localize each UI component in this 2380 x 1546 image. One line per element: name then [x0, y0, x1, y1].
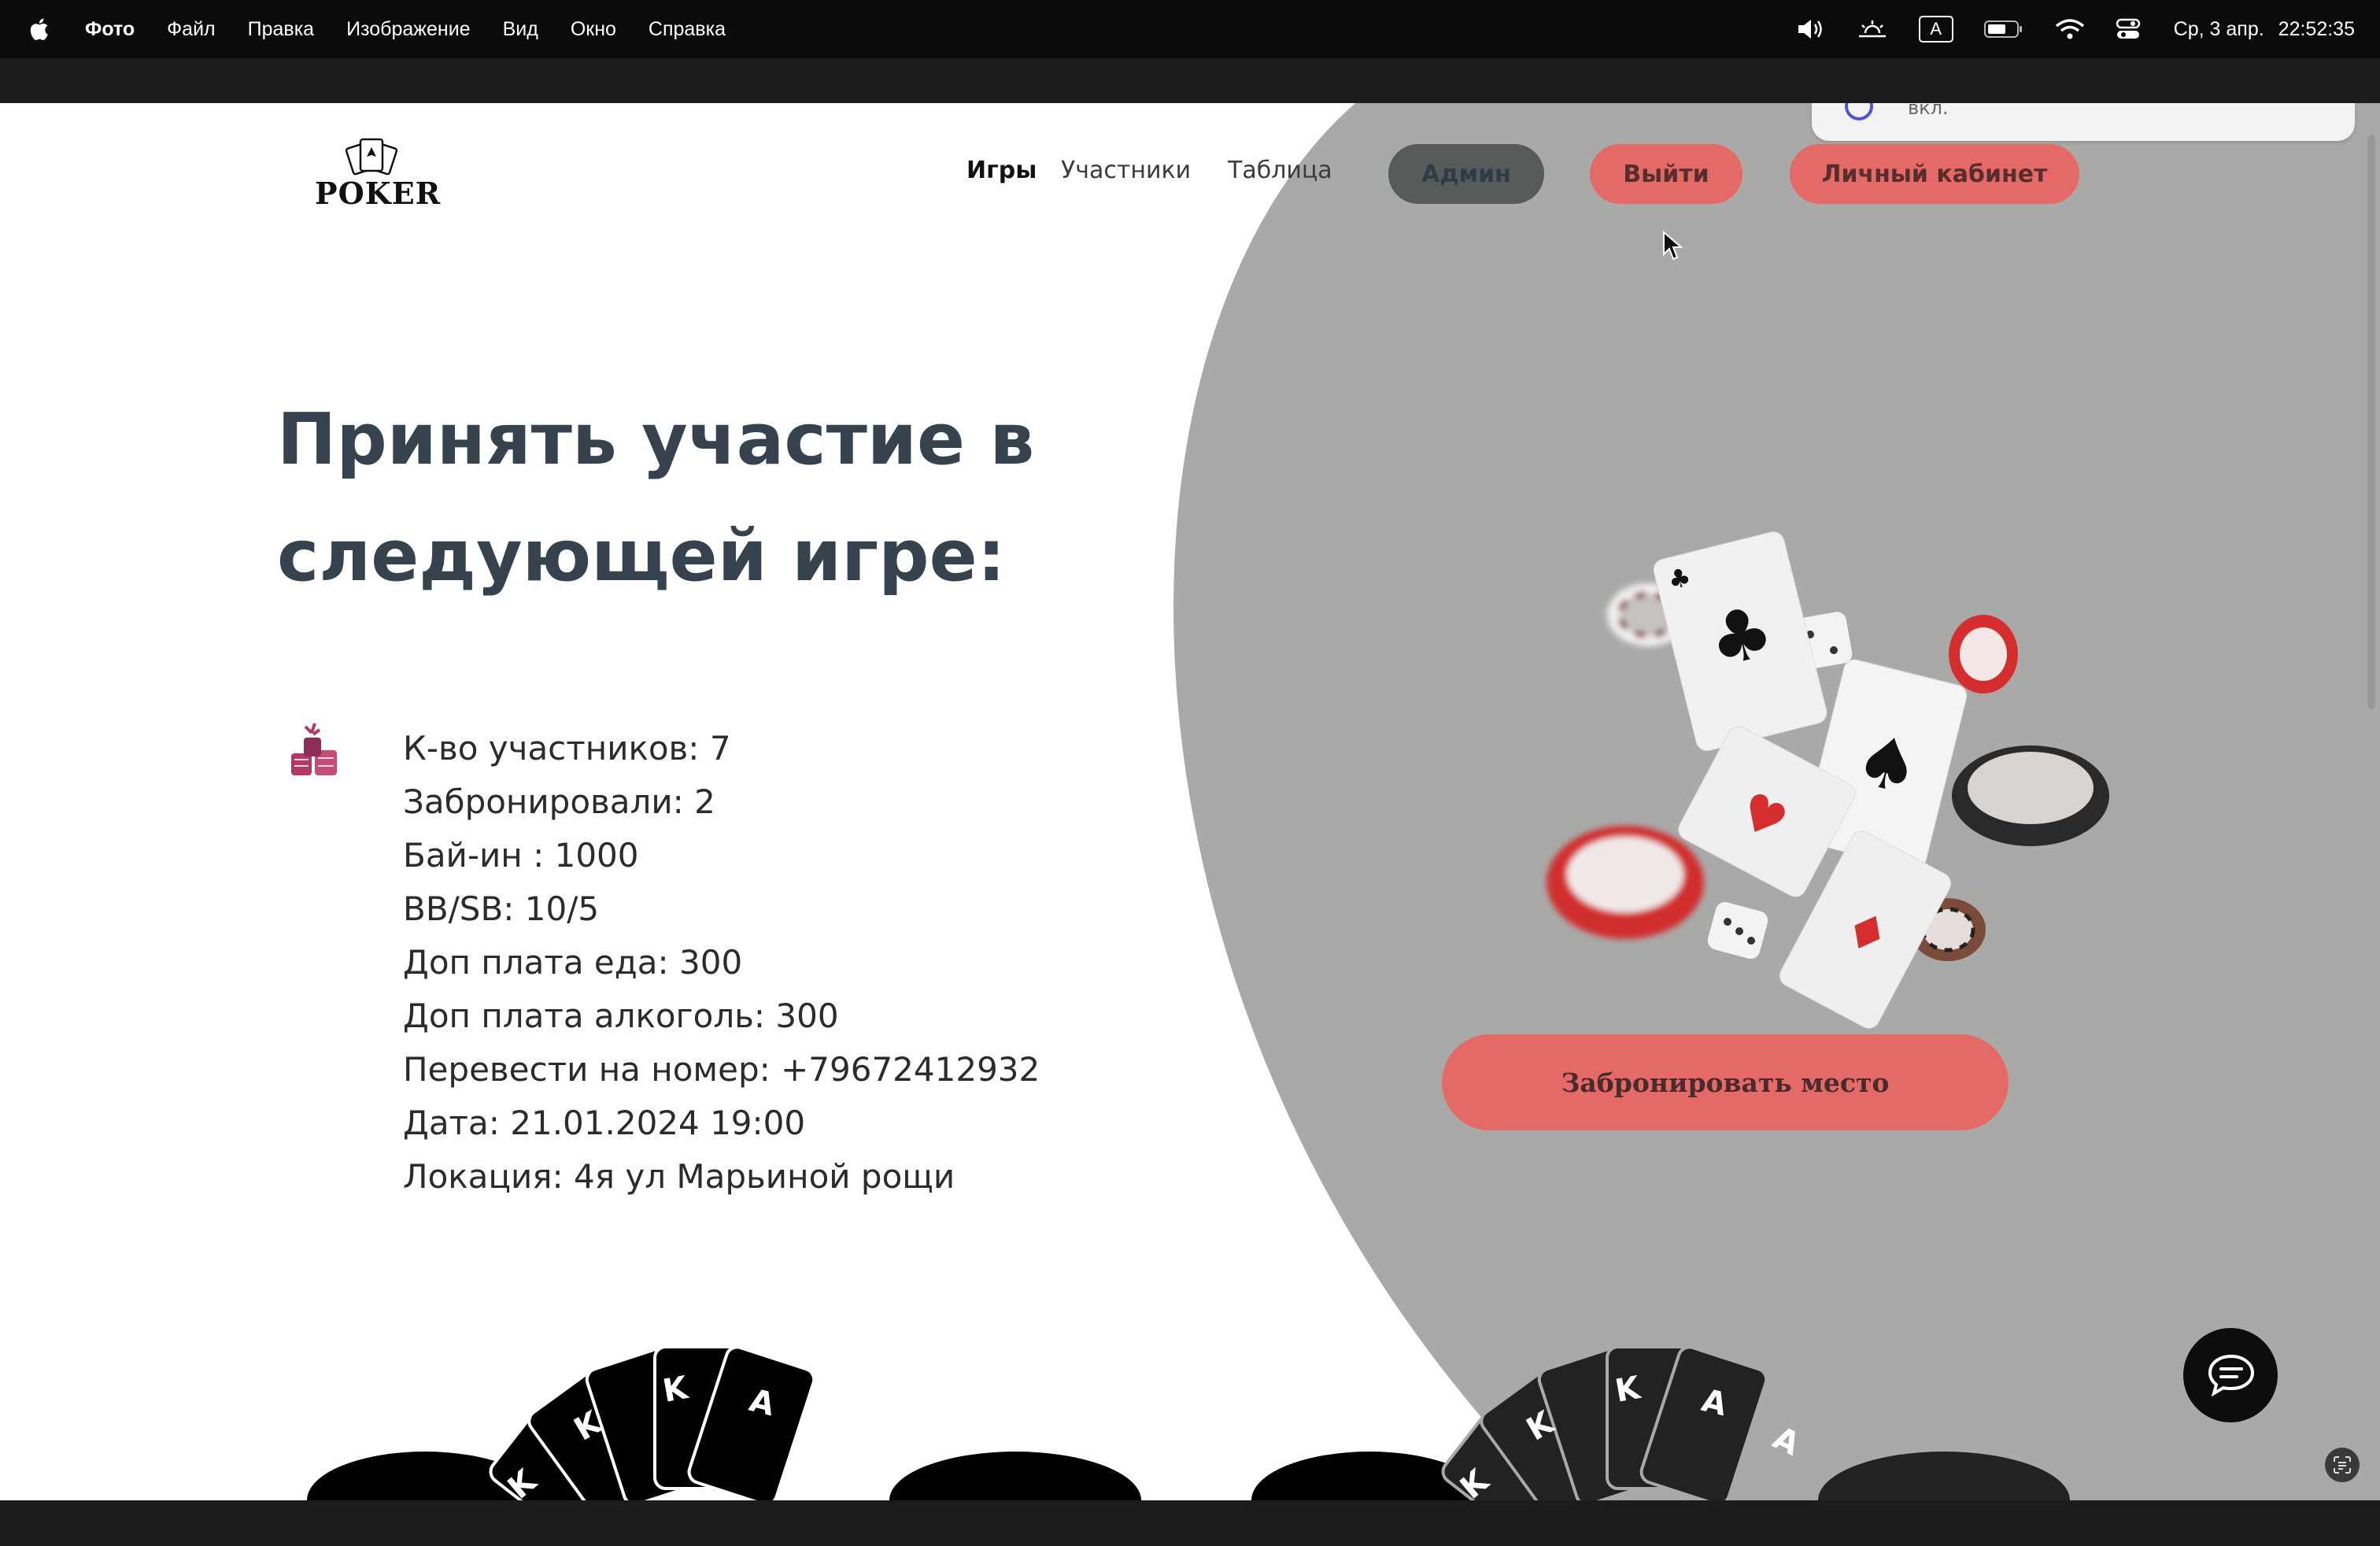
notification-banner[interactable]: вкл. — [1812, 103, 2355, 141]
menu-app-name[interactable]: Фото — [85, 18, 135, 41]
menu-file[interactable]: Файл — [167, 18, 215, 41]
menu-window[interactable]: Окно — [571, 18, 616, 41]
poker-chip — [1949, 615, 2018, 693]
detail-location: Локация: 4я ул Марьиной рощи — [403, 1157, 955, 1196]
admin-button[interactable]: Админ — [1388, 144, 1544, 204]
detail-alcohol-fee: Доп плата алкоголь: 300 — [403, 997, 839, 1035]
volume-icon[interactable] — [1796, 17, 1826, 41]
nav-games[interactable]: Игры — [966, 157, 1037, 184]
input-source-label: A — [1918, 16, 1953, 43]
nav-participants[interactable]: Участники — [1061, 157, 1191, 184]
personal-cabinet-button[interactable]: Личный кабинет — [1790, 144, 2079, 204]
notification-icon — [1845, 103, 1873, 120]
book-seat-button[interactable]: Забронировать место — [1442, 1034, 2009, 1130]
menu-view[interactable]: Вид — [503, 18, 538, 41]
brightness-icon[interactable] — [1856, 17, 1889, 41]
chat-icon — [2208, 1354, 2255, 1397]
scan-text-icon — [2334, 1456, 2351, 1474]
macos-menubar: Фото Файл Правка Изображение Вид Окно Сп… — [0, 0, 2380, 58]
detail-participants: К-во участников: 7 — [403, 729, 731, 767]
playing-card-ace-clubs: ♣♣ — [1653, 531, 1828, 752]
logo-text: POKER — [315, 176, 442, 211]
cards-and-chips-illustration: ♣♣ ♠ ♥ ♦ — [1547, 531, 2109, 1029]
poker-chip — [1952, 745, 2109, 846]
cursor-icon — [1663, 231, 1683, 261]
detail-buy-in: Бай-ин : 1000 — [403, 836, 639, 875]
logout-button[interactable]: Выйти — [1590, 144, 1743, 204]
poker-chips-icon — [291, 723, 337, 775]
detail-booked: Забронировали: 2 — [403, 782, 715, 821]
nav-table[interactable]: Таблица — [1228, 157, 1332, 184]
poker-chip — [1547, 826, 1704, 939]
menu-image[interactable]: Изображение — [346, 18, 470, 41]
detail-food-fee: Доп плата еда: 300 — [403, 943, 743, 982]
live-text-button[interactable] — [2325, 1448, 2360, 1482]
game-details-list: К-во участников: 7 Забронировали: 2 Бай-… — [403, 722, 1040, 1204]
page-title: Принять участие в следующей игре: — [277, 398, 1035, 597]
menubar-time[interactable]: 22:52:35 — [2278, 18, 2355, 41]
menubar-date[interactable]: Ср, 3 апр. — [2174, 18, 2264, 41]
cards-fan-left — [307, 1345, 1141, 1500]
cards-logo-icon — [345, 138, 398, 176]
notification-text: вкл. — [1908, 103, 1949, 119]
input-source-indicator[interactable]: A — [1918, 16, 1953, 43]
window-titlebar — [0, 58, 2380, 103]
detail-blinds: BB/SB: 10/5 — [403, 890, 600, 928]
window-bottom-bar — [0, 1500, 2380, 1546]
chat-button[interactable] — [2183, 1328, 2278, 1422]
wifi-icon[interactable] — [2054, 17, 2086, 41]
web-page: K K K A A K K K A A вкл. POKER Игры Учас… — [0, 103, 2380, 1500]
poker-logo[interactable]: POKER — [315, 135, 442, 211]
apple-icon[interactable] — [27, 16, 54, 43]
control-center-icon[interactable] — [2116, 17, 2141, 41]
battery-icon[interactable] — [1983, 19, 2024, 39]
fan-letter: A — [815, 1420, 853, 1463]
dice — [1707, 901, 1768, 960]
page-scrollbar[interactable] — [2367, 135, 2375, 709]
menu-help[interactable]: Справка — [649, 18, 726, 41]
detail-date: Дата: 21.01.2024 19:00 — [403, 1104, 806, 1142]
menu-edit[interactable]: Правка — [248, 18, 314, 41]
detail-phone: Перевести на номер: +79672412932 — [403, 1050, 1040, 1089]
